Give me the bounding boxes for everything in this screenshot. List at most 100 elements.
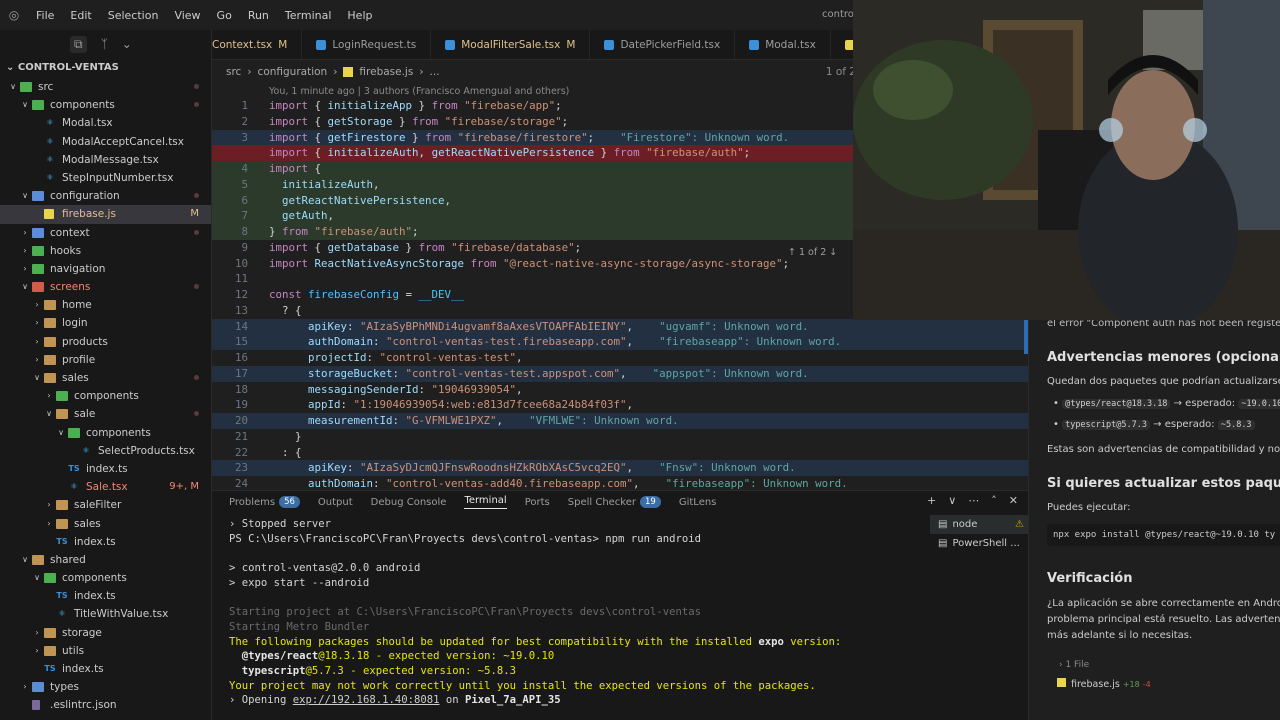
line-number: 6 xyxy=(241,193,248,207)
maximize-panel-icon[interactable]: ˄ xyxy=(991,494,997,507)
tree-item-modalmessage-tsx[interactable]: ⚛ ModalMessage.tsx xyxy=(0,151,211,169)
panel-tab-gitlens[interactable]: GitLens xyxy=(679,497,717,508)
panel-tab-debug-console[interactable]: Debug Console xyxy=(371,497,447,508)
panel-tab-terminal[interactable]: Terminal xyxy=(464,495,507,509)
tree-item-login[interactable]: › login xyxy=(0,314,211,332)
tree-item-configuration[interactable]: ∨ configuration xyxy=(0,187,211,205)
menu-help[interactable]: Help xyxy=(339,9,380,22)
tree-item-types[interactable]: › types xyxy=(0,678,211,696)
explorer-section-title[interactable]: ⌄ CONTROL-VENTAS xyxy=(0,58,211,78)
breadcrumb-symbol[interactable]: ... xyxy=(430,66,440,78)
tree-item-sales[interactable]: › sales xyxy=(0,515,211,533)
tree-item-index-ts[interactable]: TS index.ts xyxy=(0,533,211,551)
change-navigator[interactable]: ↑ 1 of 2 ↓ xyxy=(784,247,842,258)
editor-tab-loginrequest-ts[interactable]: LoginRequest.ts xyxy=(302,30,432,59)
tree-item-salefilter[interactable]: › saleFilter xyxy=(0,496,211,514)
breadcrumb-configuration[interactable]: configuration xyxy=(258,66,328,78)
chevron-right-icon: › xyxy=(23,682,27,692)
terminal-powershell[interactable]: ▤ PowerShell ... xyxy=(930,534,1028,553)
menu-selection[interactable]: Selection xyxy=(100,9,167,22)
code-token: import xyxy=(269,130,309,144)
changed-file-name: firebase.js xyxy=(1071,679,1120,690)
code-token: : xyxy=(347,319,361,333)
menu-terminal[interactable]: Terminal xyxy=(277,9,340,22)
tree-item-components[interactable]: › components xyxy=(0,387,211,405)
tree-item-utils[interactable]: › utils xyxy=(0,642,211,660)
tree-item-navigation[interactable]: › navigation xyxy=(0,260,211,278)
tree-item-components[interactable]: ∨ components xyxy=(0,96,211,114)
webcam-overlay xyxy=(853,0,1280,320)
spell-check-hint: "firebaseapp": Unknown word. xyxy=(639,477,848,490)
tree-item-stepinputnumber-tsx[interactable]: ⚛ StepInputNumber.tsx xyxy=(0,169,211,187)
tree-item-selectproducts-tsx[interactable]: ⚛ SelectProducts.tsx xyxy=(0,442,211,460)
more-actions-icon[interactable]: ⋯ xyxy=(968,494,979,507)
tree-item-src[interactable]: ∨ src xyxy=(0,78,211,96)
tree-item-sales[interactable]: ∨ sales xyxy=(0,369,211,387)
bullet-text: → esperado: xyxy=(1173,398,1236,409)
panel-tab-ports[interactable]: Ports xyxy=(525,497,550,508)
chevron-down-icon: ∨ xyxy=(58,427,64,437)
occurrence-counter: 1 of 2 xyxy=(825,66,856,78)
chevron-down-icon[interactable]: ⌄ xyxy=(122,37,132,51)
tree-item-hooks[interactable]: › hooks xyxy=(0,242,211,260)
tree-item-screens[interactable]: ∨ screens xyxy=(0,278,211,296)
tree-item-shared[interactable]: ∨ shared xyxy=(0,551,211,569)
tree-item-components[interactable]: ∨ components xyxy=(0,569,211,587)
editor-tab-datepickerfield-tsx[interactable]: DatePickerField.tsx xyxy=(590,30,736,59)
tree-item-index-ts[interactable]: TS index.ts xyxy=(0,460,211,478)
terminal-node[interactable]: ▤ node ⚠ xyxy=(930,515,1028,534)
menu-edit[interactable]: Edit xyxy=(62,9,99,22)
tree-item-modalacceptcancel-tsx[interactable]: ⚛ ModalAcceptCancel.tsx xyxy=(0,133,211,151)
breadcrumb-src[interactable]: src xyxy=(226,66,241,78)
tree-item-storage[interactable]: › storage xyxy=(0,624,211,642)
tree-item-index-ts[interactable]: TS index.ts xyxy=(0,660,211,678)
tree-item-sale-tsx[interactable]: ⚛ Sale.tsx 9+, M xyxy=(0,478,211,496)
terminal-text: on xyxy=(439,694,465,707)
code-token: { xyxy=(308,99,328,112)
menu-view[interactable]: View xyxy=(166,9,208,22)
close-panel-icon[interactable]: ✕ xyxy=(1009,494,1018,507)
typescript-file-icon: TS xyxy=(56,536,68,546)
tree-item-components[interactable]: ∨ components xyxy=(0,424,211,442)
copy-icon[interactable]: ⧉ xyxy=(70,35,87,53)
panel-tab-problems[interactable]: Problems 56 xyxy=(229,496,300,508)
editor-tab-modalfiltersale-tsx[interactable]: ModalFilterSale.tsx M xyxy=(431,30,591,59)
breadcrumb-file[interactable]: firebase.js xyxy=(359,66,413,78)
changed-file-item[interactable]: firebase.js +18 -4 xyxy=(1057,678,1151,690)
menu-go[interactable]: Go xyxy=(209,9,240,22)
code-text: const firebaseConfig = __DEV__ xyxy=(269,287,464,303)
tree-item-index-ts[interactable]: TS index.ts xyxy=(0,587,211,605)
tree-item-modal-tsx[interactable]: ⚛ Modal.tsx xyxy=(0,114,211,132)
branch-icon[interactable]: ᛉ xyxy=(101,37,108,51)
tree-item-label: shared xyxy=(50,553,86,566)
menu-file[interactable]: File xyxy=(28,9,62,22)
tree-item-titlewithvalue-tsx[interactable]: ⚛ TitleWithValue.tsx xyxy=(0,605,211,623)
editor-tab-context-tsx[interactable]: Context.tsx M xyxy=(212,30,303,59)
command-code-block[interactable]: npx expo install @types/react@~19.0.10 t… xyxy=(1047,524,1280,546)
tree-item-firebase-js[interactable]: firebase.js M xyxy=(0,205,211,224)
tree-item-eslintrc-json[interactable]: .eslintrc.json xyxy=(0,696,211,714)
terminal-dropdown-icon[interactable]: ∨ xyxy=(948,494,956,507)
tree-item-profile[interactable]: › profile xyxy=(0,351,211,369)
code-token: import xyxy=(269,99,309,112)
code-token: ReactNativeAsyncStorage xyxy=(308,256,471,270)
new-terminal-icon[interactable]: + xyxy=(927,494,936,507)
spell-check-hint: "Firestore": Unknown word. xyxy=(594,130,790,144)
editor-tab-modal-tsx[interactable]: Modal.tsx xyxy=(735,30,831,59)
tree-item-home[interactable]: › home xyxy=(0,296,211,314)
code-typescript: typescript@5.7.3 xyxy=(1062,420,1150,430)
terminal-text: @types/react xyxy=(229,650,319,663)
git-blame-annotation[interactable]: You, 1 minute ago | 3 authors (Francisco… xyxy=(269,86,569,97)
panel-tab-spell-checker[interactable]: Spell Checker 19 xyxy=(568,496,661,508)
code-token: from xyxy=(431,99,458,112)
files-changed-label[interactable]: › 1 File xyxy=(1059,660,1089,670)
tree-item-products[interactable]: › products xyxy=(0,333,211,351)
tree-item-context[interactable]: › context xyxy=(0,224,211,242)
code-token: "control-ventas-test" xyxy=(379,351,517,364)
folder-icon xyxy=(44,627,56,638)
panel-tab-output[interactable]: Output xyxy=(318,497,353,508)
tree-item-sale[interactable]: ∨ sale xyxy=(0,405,211,423)
menu-run[interactable]: Run xyxy=(240,9,277,22)
terminal-output[interactable]: › Stopped server PS C:\Users\FranciscoPC\… xyxy=(229,517,929,720)
vscode-window: ◎ File Edit Selection View Go Run Termin… xyxy=(0,0,1280,720)
